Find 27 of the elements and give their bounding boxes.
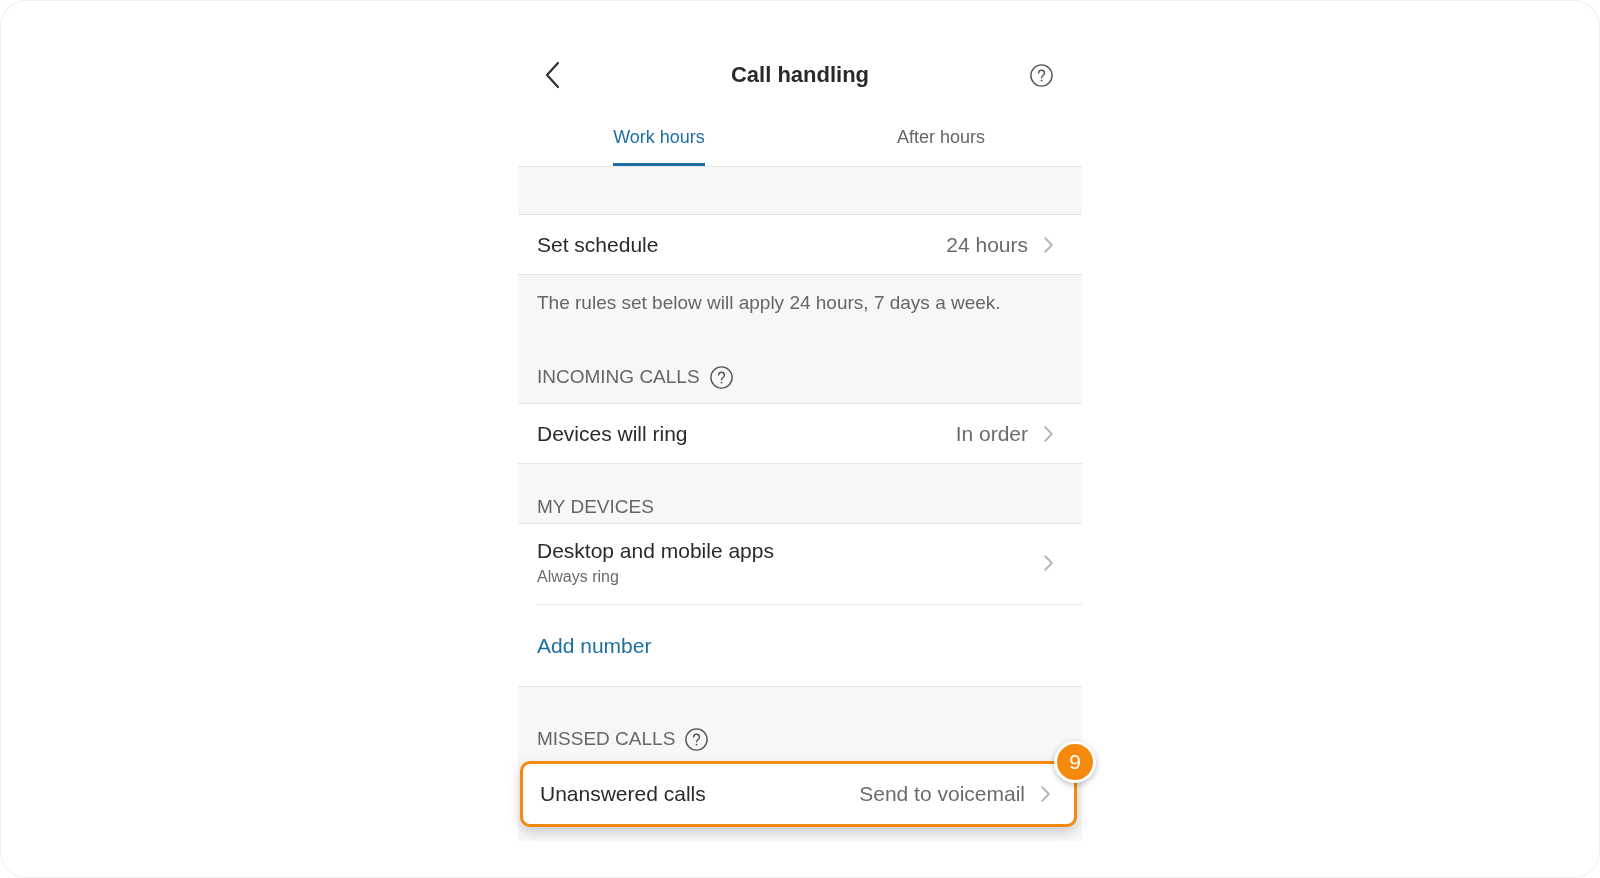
row-value: 24 hours <box>946 231 1028 258</box>
row-label: Set schedule <box>537 231 659 258</box>
tab[interactable]: After hours <box>896 111 985 166</box>
chevron-icon <box>1041 786 1050 802</box>
row-label: Devices will ring <box>537 420 688 447</box>
row-value: In order <box>955 420 1028 447</box>
number-badge: 9 <box>1054 741 1096 783</box>
help-icon[interactable] <box>709 365 733 389</box>
section-heading: INCOMING CALLS <box>537 365 700 389</box>
row-label: Desktop and mobile apps <box>537 538 774 564</box>
section-heading: MY DEVICES <box>537 496 654 518</box>
chevron-icon <box>1044 554 1053 571</box>
schedule-note: The rules set below will apply 24 hours, 7 days a week. <box>537 292 1002 314</box>
chevron-icon <box>1044 425 1053 442</box>
row-label: Unanswered calls <box>540 781 706 807</box>
row-sublabel: Always ring <box>537 567 619 587</box>
help-icon[interactable] <box>685 727 709 751</box>
page-title: Call handling <box>730 61 870 89</box>
settings-row[interactable]: Set schedule 24 hours <box>518 215 1082 275</box>
settings-row[interactable]: Devices will ring In order <box>518 404 1082 464</box>
device-row[interactable]: Desktop and mobile apps Always ring <box>518 524 1082 605</box>
back-chevron-icon <box>544 61 560 89</box>
row-value: Send to voicemail <box>859 781 1025 807</box>
help-icon[interactable] <box>1030 63 1053 87</box>
add-number-link[interactable]: Add number <box>537 632 652 659</box>
chevron-icon <box>1044 236 1053 253</box>
back-button[interactable] <box>544 61 560 89</box>
